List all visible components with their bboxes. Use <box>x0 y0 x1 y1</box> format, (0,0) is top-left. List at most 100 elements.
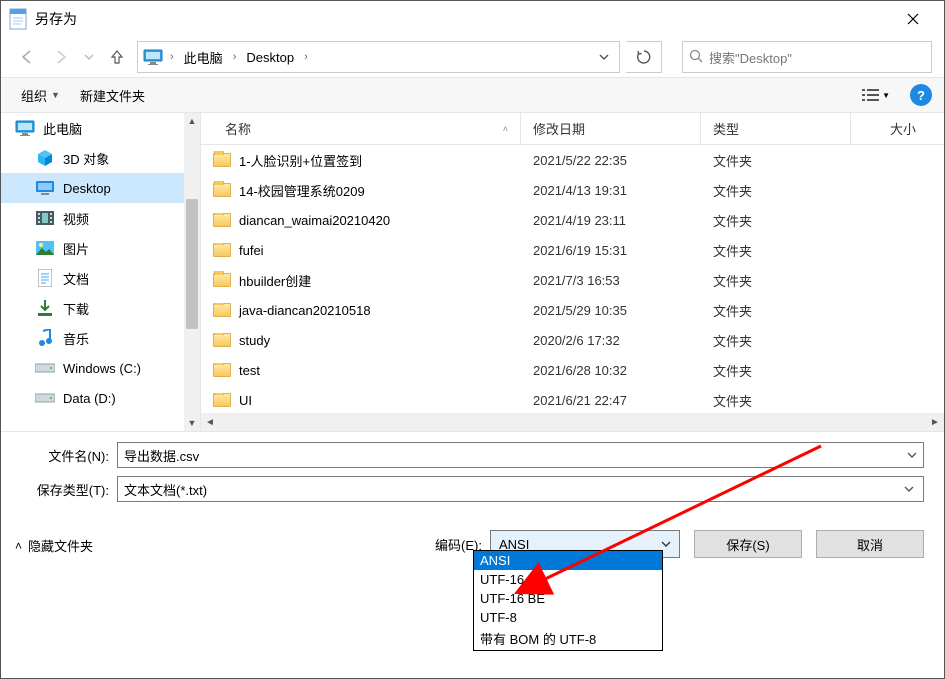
breadcrumb-root[interactable]: 此电脑 <box>180 48 227 67</box>
chevron-up-icon: ˄ <box>15 539 22 553</box>
address-bar[interactable]: › 此电脑 › Desktop › <box>137 41 620 73</box>
file-name: UI <box>239 393 252 408</box>
scroll-up-button[interactable]: ▲ <box>184 113 200 129</box>
sidebar-item[interactable]: Desktop <box>1 173 200 203</box>
filename-history-button[interactable] <box>901 443 923 467</box>
up-button[interactable] <box>103 43 131 71</box>
file-row[interactable]: 14-校园管理系统02092021/4/13 19:31文件夹 <box>201 175 944 205</box>
sidebar-item-label: 下载 <box>63 299 89 318</box>
chevron-down-icon: ▼ <box>882 91 890 100</box>
sidebar-item-label: 文档 <box>63 269 89 288</box>
chevron-down-icon <box>661 539 671 549</box>
chevron-right-icon[interactable]: › <box>168 51 176 63</box>
file-row[interactable]: fufei2021/6/19 15:31文件夹 <box>201 235 944 265</box>
encoding-option[interactable]: 带有 BOM 的 UTF-8 <box>474 627 662 650</box>
file-row[interactable]: java-diancan202105182021/5/29 10:35文件夹 <box>201 295 944 325</box>
chevron-right-icon[interactable]: › <box>231 51 239 63</box>
recent-locations-button[interactable] <box>81 43 97 71</box>
encoding-option[interactable]: UTF-16 LE <box>474 570 662 589</box>
chevron-right-icon[interactable]: › <box>302 51 310 63</box>
address-dropdown-button[interactable] <box>591 42 615 72</box>
sidebar-item[interactable]: 音乐 <box>1 323 200 353</box>
file-row[interactable]: hbuilder创建2021/7/3 16:53文件夹 <box>201 265 944 295</box>
file-date: 2020/2/6 17:32 <box>521 333 701 348</box>
video-icon <box>35 208 55 228</box>
forward-button[interactable] <box>47 43 75 71</box>
navigation-bar: › 此电脑 › Desktop › 搜索"Desktop" <box>1 37 944 77</box>
close-button[interactable] <box>890 4 936 34</box>
scroll-right-button[interactable]: ► <box>926 413 944 431</box>
view-options-button[interactable]: ▼ <box>856 84 896 106</box>
new-folder-button[interactable]: 新建文件夹 <box>72 82 153 109</box>
file-row[interactable]: diancan_waimai202104202021/4/19 23:11文件夹 <box>201 205 944 235</box>
sidebar-scrollbar[interactable]: ▲▼ <box>184 113 200 431</box>
file-name: 1-人脸识别+位置签到 <box>239 151 362 170</box>
breadcrumb-folder[interactable]: Desktop <box>242 50 298 65</box>
folder-icon <box>213 303 231 317</box>
music-icon <box>35 328 55 348</box>
file-type: 文件夹 <box>701 361 851 380</box>
file-type: 文件夹 <box>701 271 851 290</box>
file-type: 文件夹 <box>701 181 851 200</box>
sidebar-item[interactable]: 3D 对象 <box>1 143 200 173</box>
command-bar: 组织 ▼ 新建文件夹 ▼ ? <box>1 77 944 113</box>
scroll-left-button[interactable]: ◄ <box>201 413 219 431</box>
column-header-size[interactable]: 大小 <box>851 113 944 144</box>
sidebar-item-label: 图片 <box>63 239 89 258</box>
sidebar-item-label: 3D 对象 <box>63 149 109 168</box>
sidebar-item[interactable]: 此电脑 <box>1 113 200 143</box>
save-button[interactable]: 保存(S) <box>694 530 802 558</box>
file-date: 2021/4/19 23:11 <box>521 213 701 228</box>
refresh-button[interactable] <box>626 41 662 73</box>
sidebar-item[interactable]: 文档 <box>1 263 200 293</box>
file-name: study <box>239 333 270 348</box>
scroll-down-button[interactable]: ▼ <box>184 415 200 431</box>
save-button-label: 保存(S) <box>726 535 769 554</box>
file-date: 2021/6/21 22:47 <box>521 393 701 408</box>
organize-button[interactable]: 组织 ▼ <box>13 82 68 109</box>
file-row[interactable]: UI2021/6/21 22:47文件夹 <box>201 385 944 415</box>
file-row[interactable]: 1-人脸识别+位置签到2021/5/22 22:35文件夹 <box>201 145 944 175</box>
back-button[interactable] <box>13 43 41 71</box>
sidebar-item[interactable]: 下载 <box>1 293 200 323</box>
encoding-option[interactable]: UTF-16 BE <box>474 589 662 608</box>
notepad-icon <box>9 8 27 30</box>
sidebar-item[interactable]: 视频 <box>1 203 200 233</box>
encoding-option[interactable]: ANSI <box>474 551 662 570</box>
image-icon <box>35 238 55 258</box>
help-button[interactable]: ? <box>910 84 932 106</box>
doc-icon <box>35 268 55 288</box>
encoding-dropdown-list[interactable]: ANSIUTF-16 LEUTF-16 BEUTF-8带有 BOM 的 UTF-… <box>473 550 663 651</box>
navigation-pane: 此电脑 3D 对象 Desktop 视频图片文档下载音乐Windows (C:)Dat… <box>1 113 201 431</box>
title-bar: 另存为 <box>1 1 944 37</box>
scrollbar-thumb[interactable] <box>186 199 198 329</box>
column-header-name[interactable]: 名称 ˄ <box>201 113 521 144</box>
folder-icon <box>213 243 231 257</box>
folder-icon <box>213 363 231 377</box>
cancel-button-label: 取消 <box>857 535 883 554</box>
search-input[interactable]: 搜索"Desktop" <box>682 41 932 73</box>
sidebar-item[interactable]: Data (D:) <box>1 383 200 413</box>
filetype-combobox[interactable]: 文本文档(*.txt) <box>117 476 924 502</box>
filename-field[interactable] <box>118 443 901 467</box>
column-header-type[interactable]: 类型 <box>701 113 851 144</box>
encoding-option[interactable]: UTF-8 <box>474 608 662 627</box>
horizontal-scrollbar[interactable]: ◄ ► <box>201 413 944 431</box>
sidebar-item[interactable]: Windows (C:) <box>1 353 200 383</box>
new-folder-label: 新建文件夹 <box>80 86 145 105</box>
filename-input[interactable] <box>117 442 924 468</box>
desktop-icon <box>35 178 55 198</box>
download-icon <box>35 298 55 318</box>
sort-indicator-icon: ˄ <box>503 124 508 134</box>
file-row[interactable]: study2020/2/6 17:32文件夹 <box>201 325 944 355</box>
hide-folders-toggle[interactable]: ˄ 隐藏文件夹 <box>15 530 93 555</box>
folder-icon <box>213 153 231 167</box>
file-row[interactable]: test2021/6/28 10:32文件夹 <box>201 355 944 385</box>
sidebar-item-label: 视频 <box>63 209 89 228</box>
column-header-row: 名称 ˄ 修改日期 类型 大小 <box>201 113 944 145</box>
sidebar-item[interactable]: 图片 <box>1 233 200 263</box>
cancel-button[interactable]: 取消 <box>816 530 924 558</box>
folder-icon <box>213 393 231 407</box>
folder-icon <box>213 213 231 227</box>
column-header-date[interactable]: 修改日期 <box>521 113 701 144</box>
